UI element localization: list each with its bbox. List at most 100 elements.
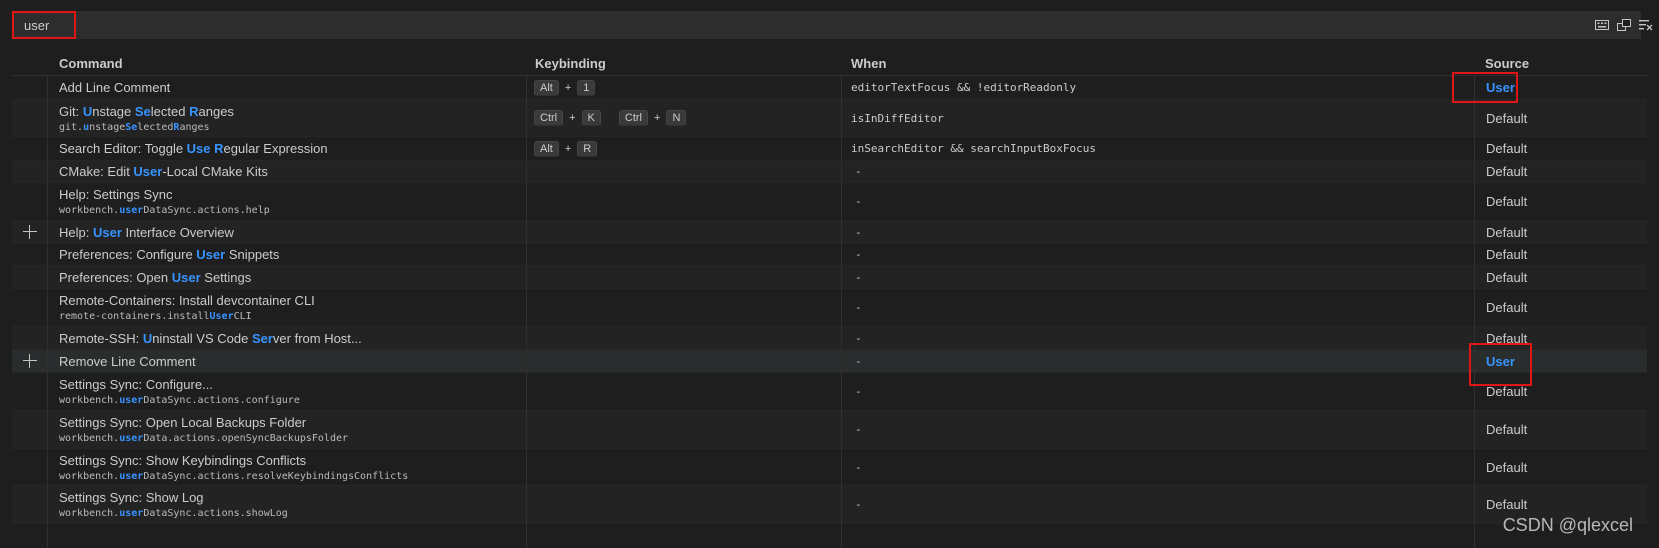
- when-clause: inSearchEditor && searchInputBoxFocus: [851, 142, 1097, 155]
- annotation-highlight-box: [1469, 343, 1532, 386]
- keybinding-cell[interactable]: [526, 373, 846, 410]
- table-row[interactable]: Remote-Containers: Install devcontainer …: [12, 289, 1647, 327]
- toolbar: [1595, 19, 1653, 31]
- when-cell: -: [841, 289, 1441, 326]
- table-row[interactable]: Remove Line Comment - User: [12, 350, 1647, 373]
- text-segment: egular Expression: [223, 141, 328, 156]
- command-cell: Search Editor: Toggle Use Regular Expres…: [59, 137, 519, 160]
- table-row[interactable]: Preferences: Open User Settings - Default: [12, 266, 1647, 289]
- column-header-keybinding[interactable]: Keybinding: [535, 56, 606, 71]
- table-row[interactable]: Settings Sync: Configure... workbench.use…: [12, 373, 1647, 411]
- key-cap: Ctrl: [618, 110, 648, 126]
- source-label: Default: [1486, 497, 1528, 512]
- match-highlight: User: [171, 269, 201, 285]
- text-segment: lected: [137, 121, 174, 133]
- table-row[interactable]: Search Editor: Toggle Use Regular Expres…: [12, 137, 1647, 161]
- text-segment: nstage: [89, 121, 126, 133]
- key-cap: Alt: [534, 79, 559, 96]
- command-label: Help: User Interface Overview: [59, 225, 519, 240]
- source-label: Default: [1486, 459, 1528, 475]
- match-highlight: R: [189, 103, 199, 119]
- text-segment: ninstall VS Code: [152, 330, 252, 346]
- source-cell: Default: [1474, 221, 1594, 243]
- command-cell: Help: User Interface Overview: [59, 221, 519, 243]
- command-cell: Settings Sync: Show Keybindings Conflict…: [59, 449, 519, 485]
- keybinding-cell[interactable]: [526, 244, 846, 265]
- match-highlight: U: [142, 330, 153, 346]
- add-keybinding-icon[interactable]: [23, 225, 37, 239]
- text-segment: Remove Line Comment: [59, 353, 196, 369]
- table-row[interactable]: Settings Sync: Open Local Backups Folder…: [12, 411, 1647, 449]
- text-segment: CMake: Edit: [59, 164, 134, 179]
- text-segment: anges: [179, 121, 210, 133]
- keybinding-cell[interactable]: [526, 350, 846, 372]
- when-clause: -: [855, 423, 862, 436]
- source-cell: Default: [1474, 183, 1594, 220]
- keybinding-cell[interactable]: Ctrl + K Ctrl + N: [526, 100, 846, 136]
- add-cell: [12, 266, 48, 288]
- text-segment: CLI: [233, 311, 252, 322]
- column-header-command[interactable]: Command: [59, 56, 123, 71]
- table-row[interactable]: Remote-SSH: Uninstall VS Code Server fro…: [12, 327, 1647, 350]
- command-label: Remote-Containers: Install devcontainer …: [59, 293, 519, 308]
- when-clause: -: [855, 385, 862, 398]
- keybinding-cell[interactable]: [526, 327, 846, 349]
- add-keybinding-icon[interactable]: [23, 354, 37, 368]
- command-id: workbench.userDataSync.actions.showLog: [59, 508, 519, 519]
- text-segment: DataSync.actions.help: [143, 205, 270, 216]
- text-segment: Snippets: [225, 247, 280, 262]
- keybinding-cell[interactable]: Alt +1: [526, 76, 846, 99]
- column-header-when[interactable]: When: [851, 56, 886, 71]
- clear-filter-icon[interactable]: [1639, 19, 1653, 31]
- command-label: Search Editor: Toggle Use Regular Expres…: [59, 141, 519, 156]
- table-row[interactable]: Settings Sync: Show Log workbench.userDat…: [12, 486, 1647, 524]
- add-cell: [12, 289, 48, 326]
- source-cell: Default: [1474, 289, 1594, 326]
- keybinding-cell[interactable]: [526, 161, 846, 182]
- add-cell: [12, 486, 48, 523]
- keybinding-cell[interactable]: [526, 221, 846, 243]
- key-cap: K: [581, 110, 601, 126]
- keybinding-cell[interactable]: [526, 411, 846, 448]
- when-cell: inSearchEditor && searchInputBoxFocus: [841, 137, 1441, 160]
- column-divider: [526, 76, 527, 548]
- keybinding-cell[interactable]: [526, 266, 846, 288]
- command-cell: Preferences: Open User Settings: [59, 266, 519, 288]
- when-cell: -: [841, 373, 1441, 410]
- table-row[interactable]: Help: Settings Sync workbench.userDataSyn…: [12, 183, 1647, 221]
- text-segment: DataSync.actions.resolveKeybindingsConfl…: [143, 470, 409, 482]
- table-row[interactable]: Preferences: Configure User Snippets - Def…: [12, 244, 1647, 266]
- source-label: Default: [1486, 269, 1528, 285]
- text-segment: -Local CMake Kits: [162, 164, 268, 179]
- table-row[interactable]: Settings Sync: Show Keybindings Conflict…: [12, 449, 1647, 486]
- keybinding-cell[interactable]: [526, 289, 846, 326]
- command-cell: Git: Unstage Selected Ranges git.unstageS…: [59, 100, 519, 136]
- table-row[interactable]: Add Line Comment Alt +1 editorTextFocus && …: [12, 76, 1647, 100]
- source-cell: Default: [1474, 137, 1594, 160]
- keybinding-cell[interactable]: Alt + R: [526, 137, 846, 160]
- table-row[interactable]: Help: User Interface Overview - Default: [12, 221, 1647, 244]
- add-cell: [12, 373, 48, 410]
- keybinding-cell[interactable]: [526, 183, 846, 220]
- command-id: workbench.userDataSync.actions.resolveKe…: [59, 471, 519, 482]
- match-highlight: User: [196, 247, 226, 262]
- text-segment: Remote-Containers: Install devcontainer …: [59, 293, 315, 308]
- table-row[interactable]: Git: Unstage Selected Ranges git.unstageS…: [12, 100, 1647, 137]
- sort-by-precedence-icon[interactable]: [1617, 19, 1631, 31]
- command-label: Settings Sync: Open Local Backups Folder: [59, 415, 519, 430]
- column-header-source[interactable]: Source: [1485, 56, 1529, 71]
- when-cell: -: [841, 266, 1441, 288]
- text-segment: ver from Host...: [272, 330, 362, 346]
- source-label: Default: [1486, 194, 1528, 209]
- command-cell: Remove Line Comment: [59, 350, 519, 372]
- source-cell: Default: [1474, 411, 1594, 448]
- keyboard-icon[interactable]: [1595, 19, 1609, 31]
- keybinding-cell[interactable]: [526, 449, 846, 485]
- text-segment: workbench.: [59, 470, 120, 482]
- command-cell: Settings Sync: Configure... workbench.use…: [59, 373, 519, 410]
- search-input[interactable]: [12, 11, 76, 39]
- keybinding-cell[interactable]: [526, 486, 846, 523]
- add-cell: [12, 100, 48, 136]
- text-segment: workbench.: [59, 508, 120, 519]
- table-row[interactable]: CMake: Edit User-Local CMake Kits - Defaul…: [12, 161, 1647, 183]
